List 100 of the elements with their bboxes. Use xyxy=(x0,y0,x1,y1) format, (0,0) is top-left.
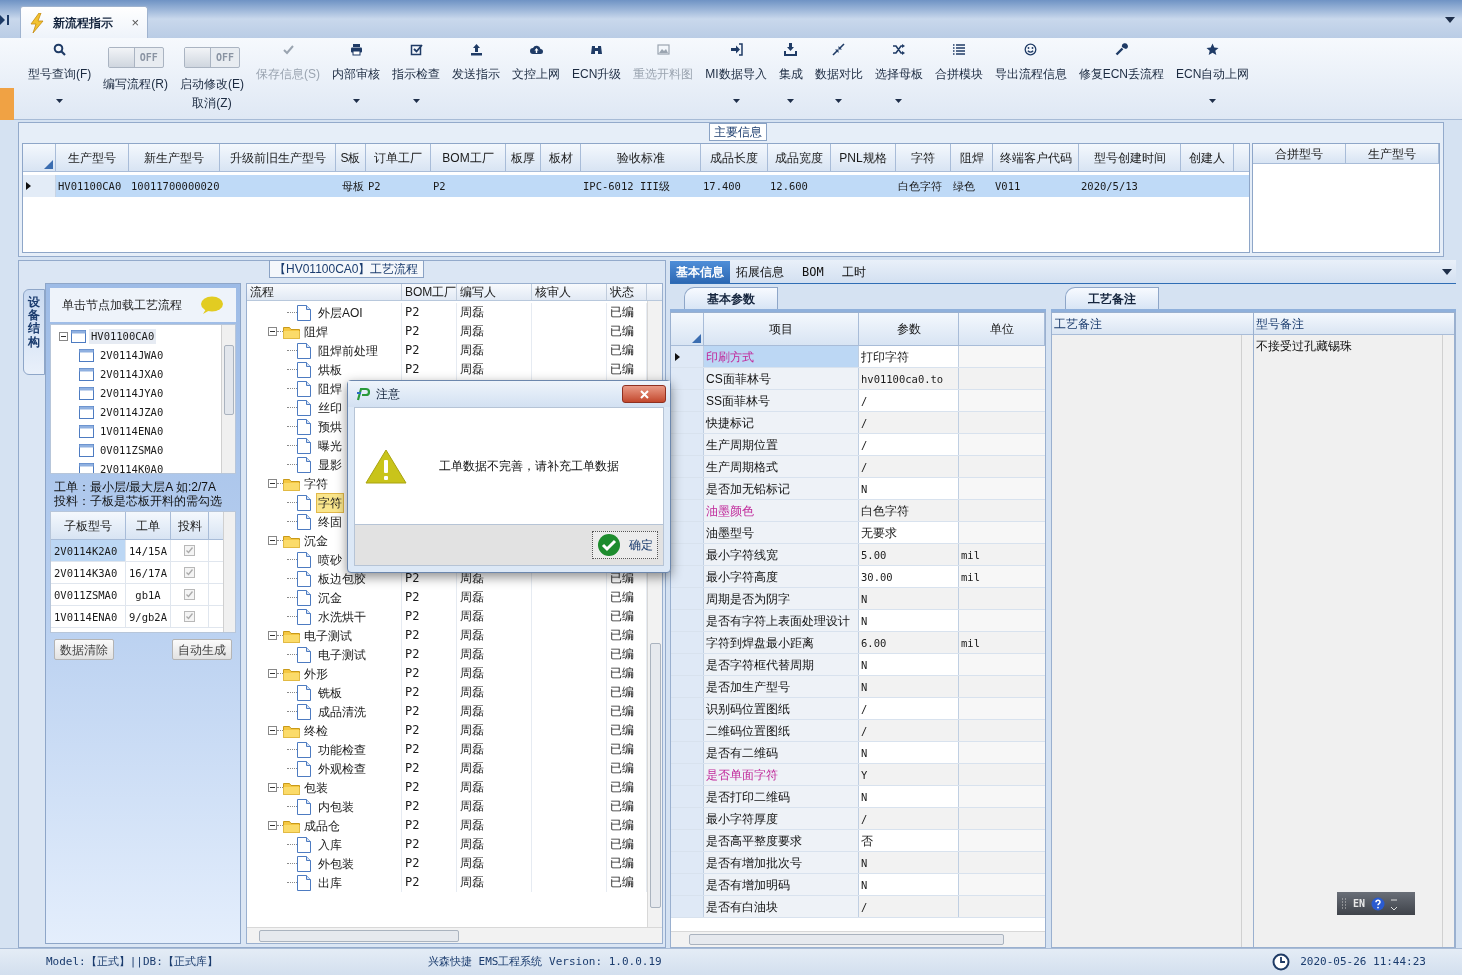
tab[interactable]: 工艺备注 xyxy=(1065,287,1159,309)
checkbox[interactable] xyxy=(184,567,195,578)
table-cell[interactable]: 0V011ZSMA0 xyxy=(51,584,126,605)
language-indicator[interactable]: EN xyxy=(1353,896,1366,911)
tree-item[interactable]: 烘板 xyxy=(317,360,343,379)
tree-item[interactable]: 入库 xyxy=(317,835,343,854)
tree-item[interactable]: 水洗烘干 xyxy=(317,607,367,626)
toolbar-button[interactable]: 数据对比 xyxy=(814,42,863,119)
row-header[interactable] xyxy=(671,346,704,367)
tree-item[interactable]: 沉金 xyxy=(317,588,343,607)
tree-item[interactable]: 电子测试 xyxy=(304,626,352,645)
cancel-button[interactable]: 取消(Z) xyxy=(192,94,232,112)
column-header[interactable]: 板厚 xyxy=(506,144,541,171)
table-cell[interactable]: SS面菲林号 xyxy=(704,390,859,411)
collapse-icon[interactable] xyxy=(268,669,277,678)
toolbar-button[interactable]: 编写流程(R) xyxy=(103,75,168,93)
table-cell[interactable]: 二维码位置图纸 xyxy=(704,720,859,741)
side-tab[interactable]: 设备结构 xyxy=(23,289,45,375)
column-header[interactable]: 订单工厂 xyxy=(366,144,431,171)
tree-item[interactable]: 字符 xyxy=(304,474,328,493)
tree-item[interactable]: 2V0114JZA0 xyxy=(98,404,166,421)
toolbar-button[interactable]: ECN自动上网 xyxy=(1176,42,1250,119)
collapse-icon[interactable] xyxy=(268,536,277,545)
toolbar-button[interactable]: 文控上网 xyxy=(512,42,560,119)
tree-item[interactable]: 电子测试 xyxy=(317,645,367,664)
table-cell[interactable]: 是否打印二维码 xyxy=(704,786,859,807)
tree-item[interactable]: 成品清洗 xyxy=(317,702,367,721)
toolbar-button[interactable]: 集成 xyxy=(778,42,803,119)
table-cell[interactable]: 生产周期位置 xyxy=(704,434,859,455)
column-header[interactable]: 工单 xyxy=(126,512,171,539)
collapse-icon[interactable] xyxy=(268,479,277,488)
tree-item[interactable]: 外观检查 xyxy=(317,759,367,778)
toolbar-button[interactable]: 发送指示 xyxy=(452,42,500,119)
help-icon[interactable] xyxy=(1371,896,1386,911)
toolbar-button[interactable]: 选择母板 xyxy=(874,42,923,119)
column-header[interactable]: 成品宽度 xyxy=(768,144,831,171)
tree-item[interactable]: 功能检查 xyxy=(317,740,367,759)
tree-item[interactable]: 曝光 xyxy=(317,436,343,455)
dropdown-caret-icon[interactable] xyxy=(1442,269,1452,275)
table-cell[interactable]: 2V0114K2A0 xyxy=(51,540,126,561)
tree-item[interactable]: 2V0114JWA0 xyxy=(98,347,166,364)
toolbar-button[interactable]: 指示检查 xyxy=(392,42,440,119)
column-header[interactable]: 子板型号 xyxy=(51,512,126,539)
column-header[interactable]: 字符 xyxy=(896,144,951,171)
tab[interactable]: 拓展信息 xyxy=(730,261,790,283)
column-header[interactable]: 升级前旧生产型号 xyxy=(220,144,336,171)
table-cell[interactable]: 最小字符线宽 xyxy=(704,544,859,565)
tree-item[interactable]: 预烘 xyxy=(317,417,343,436)
tree-item[interactable]: 外包装 xyxy=(317,854,355,873)
table-cell[interactable]: 是否字符框代替周期 xyxy=(704,654,859,675)
table-cell[interactable]: CS面菲林号 xyxy=(704,368,859,389)
tree-item[interactable]: HV01100CA0 xyxy=(89,328,157,345)
collapse-icon[interactable] xyxy=(268,726,277,735)
scrollbar[interactable] xyxy=(221,325,235,473)
column-header[interactable]: S板 xyxy=(336,144,366,171)
tree-item[interactable]: 显影 xyxy=(317,455,343,474)
tree-item[interactable]: 字符 xyxy=(317,493,343,512)
close-button[interactable] xyxy=(622,385,666,403)
options-icon[interactable] xyxy=(1391,897,1398,910)
table-cell[interactable]: 字符到焊盘最小距离 xyxy=(704,632,859,653)
table-cell[interactable]: 最小字符高度 xyxy=(704,566,859,587)
toolbar-button[interactable]: 导出流程信息 xyxy=(994,42,1067,119)
table-cell[interactable]: 最小字符厚度 xyxy=(704,808,859,829)
tree-item[interactable]: 板边包胶 xyxy=(317,569,367,588)
column-header[interactable]: PNL规格 xyxy=(831,144,896,171)
column-header[interactable]: 阻焊 xyxy=(951,144,993,171)
tree-item[interactable]: 终检 xyxy=(304,721,328,740)
collapse-icon[interactable] xyxy=(59,332,68,341)
tree-item[interactable]: 内包装 xyxy=(317,797,355,816)
tree-item[interactable]: 1V0114ENA0 xyxy=(98,423,166,440)
toolbar-button[interactable]: 启动修改(E) xyxy=(180,75,244,93)
toolbar-button[interactable]: 内部审核 xyxy=(332,42,380,119)
column-header[interactable]: BOM工厂 xyxy=(431,144,506,171)
action-button[interactable]: 自动生成 xyxy=(172,639,232,660)
checkbox[interactable] xyxy=(184,611,195,622)
confirm-button[interactable]: 确定 xyxy=(592,531,658,559)
column-header[interactable]: BOM工厂 xyxy=(402,284,457,300)
table-cell[interactable]: 是否有白油块 xyxy=(704,896,859,917)
column-header[interactable]: 编写人 xyxy=(457,284,532,300)
column-header[interactable]: 型号创建时间 xyxy=(1079,144,1181,171)
column-header[interactable]: 成品长度 xyxy=(701,144,768,171)
tree-item[interactable]: 阻焊 xyxy=(304,322,328,341)
column-header[interactable]: 核审人 xyxy=(532,284,607,300)
column-header[interactable]: 投料 xyxy=(171,512,209,539)
collapse-icon[interactable] xyxy=(268,327,277,336)
document-tab[interactable]: 新流程指示 × xyxy=(20,6,148,38)
column-header[interactable]: 板材 xyxy=(541,144,581,171)
tree-item[interactable]: 阻焊前处理 xyxy=(317,341,379,360)
tab[interactable]: 基本信息 xyxy=(670,261,730,283)
tree-item[interactable]: 沉金 xyxy=(304,531,328,550)
column-header[interactable]: 状态 xyxy=(607,284,647,300)
tree-item[interactable]: 阻焊 xyxy=(317,379,343,398)
side-dock-tab[interactable] xyxy=(0,88,14,120)
toolbar-button[interactable]: ECN升级 xyxy=(572,42,622,119)
collapse-icon[interactable] xyxy=(268,783,277,792)
column-header[interactable]: 单位 xyxy=(959,313,1045,345)
column-header[interactable]: 项目 xyxy=(704,313,859,345)
table-cell[interactable]: 是否有增加明码 xyxy=(704,874,859,895)
toolbar-button[interactable]: MI数据导入 xyxy=(705,42,767,119)
collapse-panel-icon[interactable] xyxy=(0,14,10,26)
